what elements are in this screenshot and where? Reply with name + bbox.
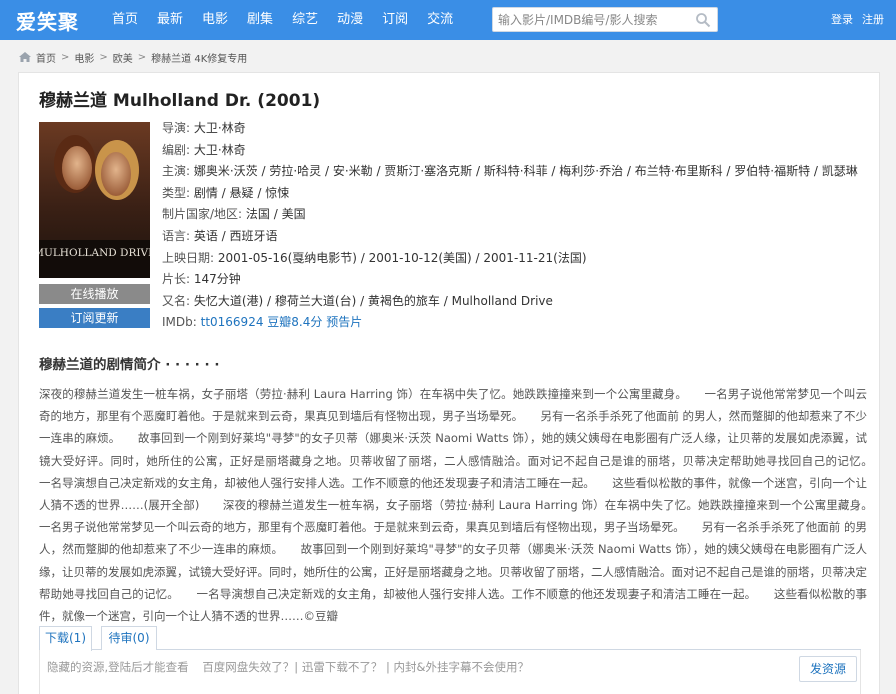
director-value[interactable]: 大卫·林奇 — [194, 121, 246, 135]
cast-value[interactable]: 娜奥米·沃茨 / 劳拉·哈灵 / 安·米勒 / 贾斯汀·塞洛克斯 / 斯科特·科… — [194, 164, 858, 178]
info-row-runtime: 片长: 147分钟 — [162, 272, 241, 287]
online-play-button[interactable]: 在线播放 — [39, 284, 150, 304]
runtime-value: 147分钟 — [193, 272, 241, 287]
breadcrumb-separator: > — [137, 51, 147, 63]
info-row-writer: 编剧: 大卫·林奇 — [162, 142, 246, 157]
info-row-aka: 又名: 失忆大道(港) / 穆荷兰大道(台) / 黄褐色的旅车 / Mulhol… — [162, 293, 553, 308]
aka-value: 失忆大道(港) / 穆荷兰大道(台) / 黄褐色的旅车 / Mulholland… — [193, 293, 553, 308]
info-row-language: 语言: 英语 / 西班牙语 — [162, 228, 278, 243]
movie-info: 导演: 大卫·林奇 编剧: 大卫·林奇 主演: 娜奥米·沃茨 / 劳拉·哈灵 /… — [162, 118, 874, 334]
breadcrumb-current[interactable]: 穆赫兰道 4K修复专用 — [151, 50, 247, 65]
top-nav-bar: 爱笑聚 首页 最新 电影 剧集 综艺 动漫 订阅 交流 登录 注册 — [0, 0, 896, 40]
info-row-country: 制片国家/地区: 法国 / 美国 — [162, 207, 306, 222]
subscribe-update-button[interactable]: 订阅更新 — [39, 308, 150, 328]
svg-text:MULHOLLAND DRIVE: MULHOLLAND DRIVE — [39, 247, 150, 259]
nav-anime[interactable]: 动漫 — [337, 0, 363, 40]
poster-image: MULHOLLAND DRIVE — [39, 122, 150, 278]
download-hints: 隐藏的资源,登陆后才能查看 百度网盘失效了？| 迅雷下载不了？ | 内封&外挂字… — [47, 659, 539, 675]
breadcrumb-movies[interactable]: 电影 — [74, 50, 94, 65]
search-box — [492, 7, 718, 32]
nav-movies[interactable]: 电影 — [202, 0, 228, 40]
douban-link[interactable]: 豆瓣8.4分 — [267, 315, 322, 329]
help-links[interactable]: 百度网盘失效了？| 迅雷下载不了？ | 内封&外挂字幕不会使用？ — [202, 660, 529, 674]
home-icon — [19, 52, 31, 62]
auth-links: 登录 注册 — [822, 0, 884, 40]
login-hint[interactable]: 隐藏的资源,登陆后才能查看 — [47, 660, 189, 674]
nav-home[interactable]: 首页 — [112, 0, 138, 40]
register-link[interactable]: 注册 — [862, 0, 884, 40]
breadcrumb-western[interactable]: 欧美 — [113, 50, 133, 65]
genre-value[interactable]: 剧情 / 悬疑 / 惊悚 — [194, 186, 289, 200]
writer-value[interactable]: 大卫·林奇 — [194, 143, 246, 157]
nav-variety[interactable]: 综艺 — [292, 0, 318, 40]
info-row-genre: 类型: 剧情 / 悬疑 / 惊悚 — [162, 185, 290, 200]
language-value: 英语 / 西班牙语 — [193, 228, 278, 243]
release-value: 2001-05-16(戛纳电影节) / 2001-10-12(美国) / 200… — [217, 250, 587, 265]
movie-detail-card: 穆赫兰道 Mulholland Dr. (2001) MULHOLLAND DR… — [18, 72, 890, 694]
country-value[interactable]: 法国 / 美国 — [246, 207, 306, 221]
breadcrumb-separator: > — [99, 51, 108, 63]
tab-download[interactable]: 下载(1) — [39, 626, 92, 651]
login-link[interactable]: 登录 — [831, 0, 853, 40]
info-row-cast: 主演: 娜奥米·沃茨 / 劳拉·哈灵 / 安·米勒 / 贾斯汀·塞洛克斯 / 斯… — [162, 164, 858, 179]
nav-subscribe[interactable]: 订阅 — [382, 0, 408, 40]
download-panel: 隐藏的资源,登陆后才能查看 百度网盘失效了？| 迅雷下载不了？ | 内封&外挂字… — [39, 650, 861, 694]
nav-latest[interactable]: 最新 — [157, 0, 183, 40]
synopsis-text: 深夜的穆赫兰道发生一桩车祸，女子丽塔（劳拉·赫利 Laura Harring 饰… — [39, 387, 890, 624]
site-logo[interactable]: 爱笑聚 — [16, 6, 79, 35]
imdb-link[interactable]: tt0166924 — [201, 315, 264, 329]
breadcrumb-separator: > — [61, 51, 70, 63]
info-row-release: 上映日期: 2001-05-16(戛纳电影节) / 2001-10-12(美国)… — [162, 250, 587, 265]
post-resource-button[interactable]: 发资源 — [799, 656, 857, 682]
search-icon[interactable] — [695, 12, 711, 28]
trailer-link[interactable]: 预告片 — [326, 315, 362, 329]
breadcrumb-home[interactable]: 首页 — [36, 50, 56, 65]
download-tabs: 下载(1) 待审(0) — [39, 626, 861, 651]
movie-poster[interactable]: MULHOLLAND DRIVE — [39, 122, 150, 278]
info-row-imdb: IMDb: tt0166924 豆瓣8.4分 预告片 — [162, 315, 363, 330]
breadcrumb: 首页 > 电影 > 欧美 > 穆赫兰道 4K修复专用 — [18, 49, 247, 65]
search-input[interactable] — [493, 8, 689, 31]
nav-forum[interactable]: 交流 — [427, 0, 453, 40]
synopsis-title: 穆赫兰道的剧情简介 · · · · · · — [39, 357, 220, 373]
main-nav: 首页 最新 电影 剧集 综艺 动漫 订阅 交流 — [112, 0, 472, 40]
tab-pending[interactable]: 待审(0) — [101, 626, 157, 650]
info-row-director: 导演: 大卫·林奇 — [162, 121, 246, 135]
nav-series[interactable]: 剧集 — [247, 0, 273, 40]
movie-title: 穆赫兰道 Mulholland Dr. (2001) — [39, 91, 321, 111]
